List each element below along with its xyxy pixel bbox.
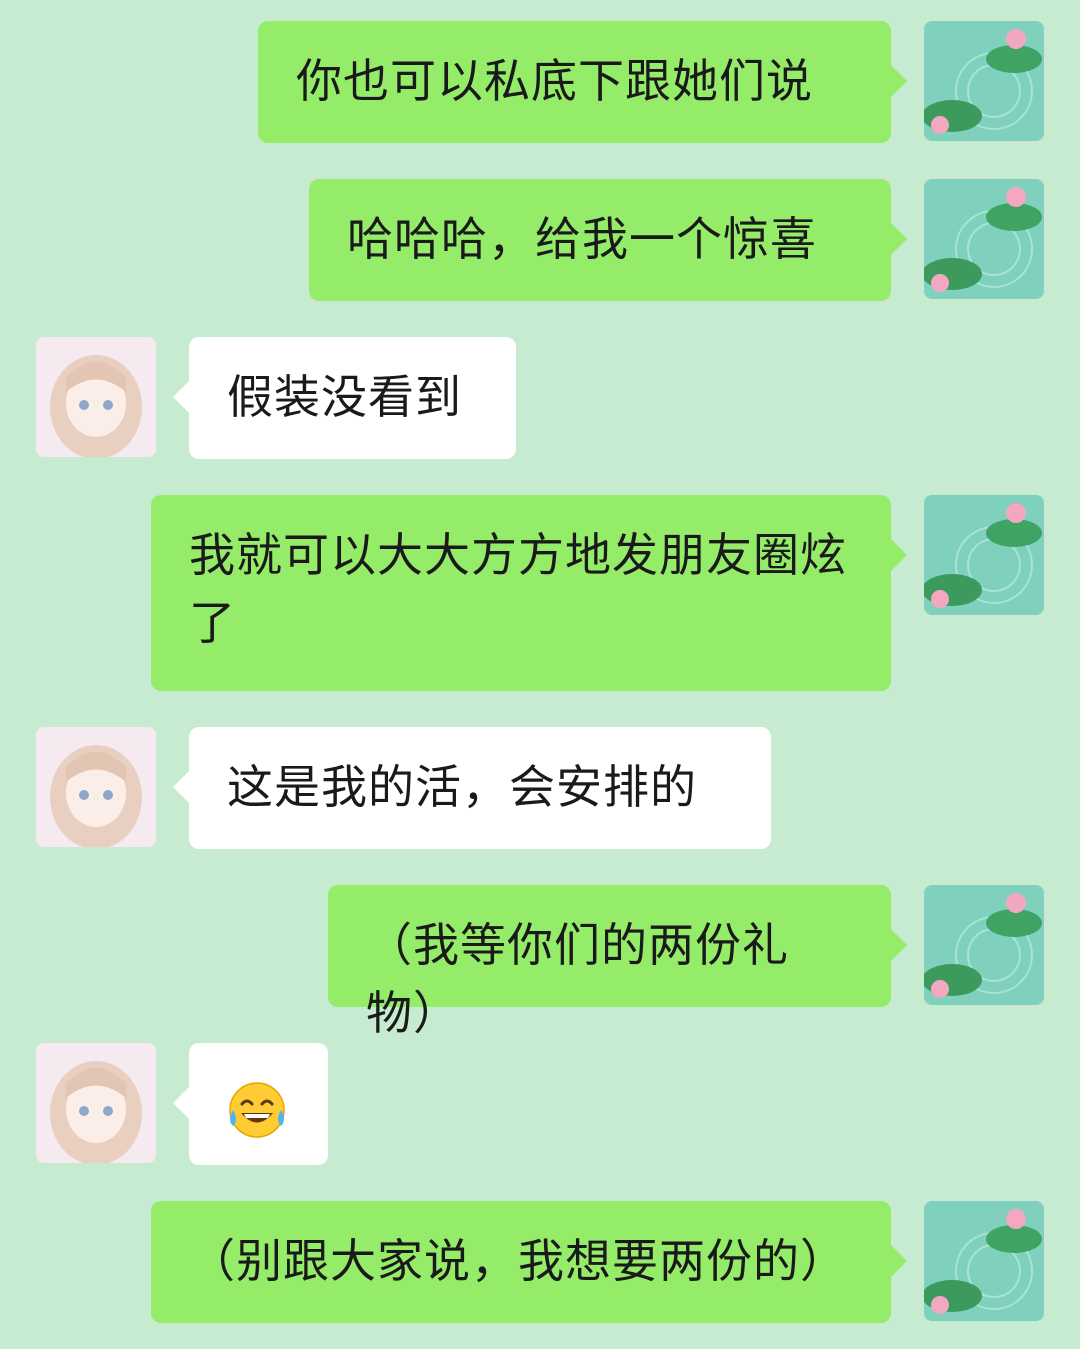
message-bubble-sent[interactable]: 哈哈哈，给我一个惊喜 <box>309 179 907 301</box>
anime-girl-avatar-icon <box>36 1043 156 1163</box>
message-text: 假装没看到 <box>227 370 462 424</box>
message-bubble-received[interactable] <box>173 1043 328 1165</box>
lotus-pond-avatar-icon <box>924 885 1044 1005</box>
my-avatar[interactable] <box>924 21 1044 141</box>
my-avatar[interactable] <box>924 179 1044 299</box>
contact-avatar[interactable] <box>36 337 156 457</box>
message-text: （别跟大家说，我想要两份的） <box>189 1234 847 1288</box>
my-avatar[interactable] <box>924 885 1044 1005</box>
message-text: 哈哈哈，给我一个惊喜 <box>347 212 817 266</box>
message-text: 我就可以大大方方地发朋友圈炫了 <box>189 528 847 650</box>
lotus-pond-avatar-icon <box>924 179 1044 299</box>
message-bubble-sent[interactable]: 你也可以私底下跟她们说 <box>258 21 907 143</box>
lotus-pond-avatar-icon <box>924 21 1044 141</box>
joy-tears-emoji-icon <box>229 1081 285 1138</box>
lotus-pond-avatar-icon <box>924 1201 1044 1321</box>
message-bubble-received[interactable]: 假装没看到 <box>173 337 516 459</box>
my-avatar[interactable] <box>924 495 1044 615</box>
message-bubble-sent[interactable]: 我就可以大大方方地发朋友圈炫了 <box>151 495 907 691</box>
contact-avatar[interactable] <box>36 1043 156 1163</box>
message-text: （我等你们的两份礼物） <box>366 918 789 1040</box>
message-text: 你也可以私底下跟她们说 <box>296 54 813 108</box>
message-text: 这是我的活，会安排的 <box>227 760 697 814</box>
lotus-pond-avatar-icon <box>924 495 1044 615</box>
message-bubble-received[interactable]: 这是我的活，会安排的 <box>173 727 771 849</box>
my-avatar[interactable] <box>924 1201 1044 1321</box>
message-bubble-sent[interactable]: （我等你们的两份礼物） <box>328 885 907 1040</box>
contact-avatar[interactable] <box>36 727 156 847</box>
anime-girl-avatar-icon <box>36 727 156 847</box>
message-bubble-sent[interactable]: （别跟大家说，我想要两份的） <box>151 1201 907 1323</box>
anime-girl-avatar-icon <box>36 337 156 457</box>
